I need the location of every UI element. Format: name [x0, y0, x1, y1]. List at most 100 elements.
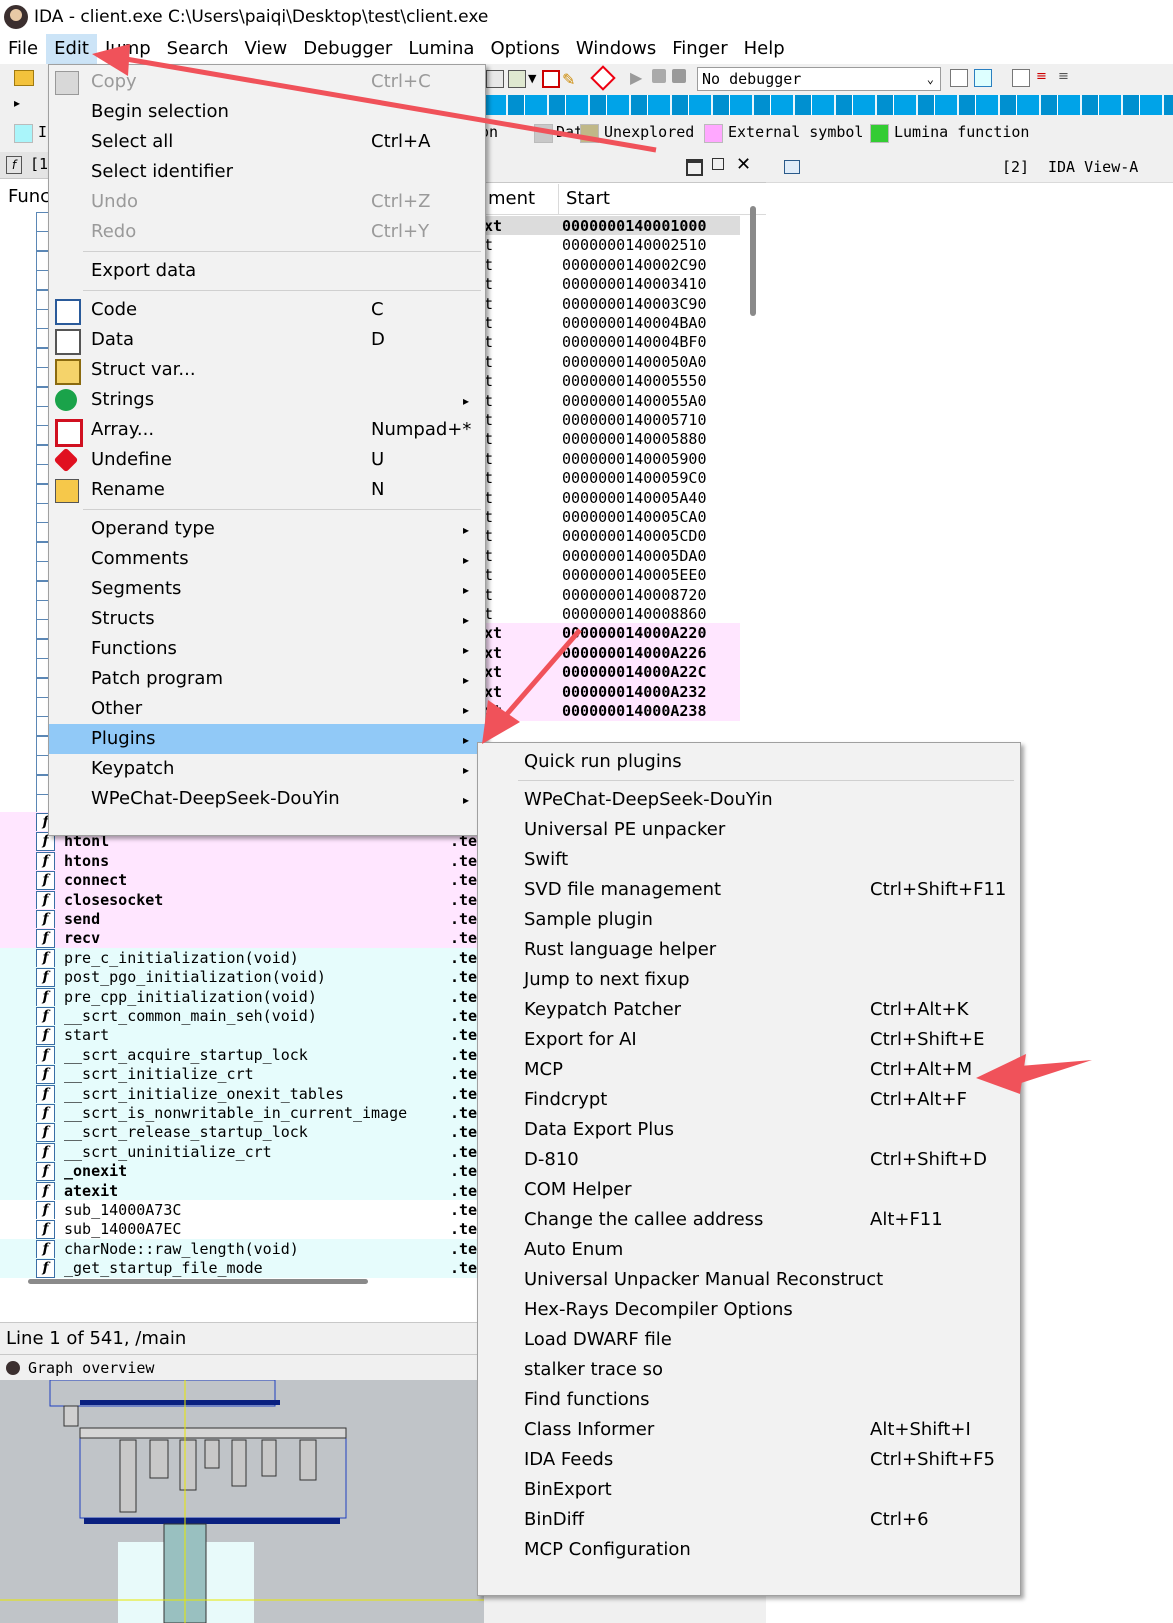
edit-menu-item-structs[interactable]: Structs ▸ — [49, 604, 485, 634]
plugin-item-ida-feeds[interactable]: IDA Feeds Ctrl+Shift+F5 — [478, 1445, 1020, 1475]
menu-lumina[interactable]: Lumina — [400, 34, 482, 64]
plugin-item-com-helper[interactable]: COM Helper — [478, 1175, 1020, 1205]
play-icon[interactable]: ▶ — [630, 68, 642, 87]
menu-windows[interactable]: Windows — [568, 34, 664, 64]
edit-menu-item-comments[interactable]: Comments ▸ — [49, 544, 485, 574]
function-row[interactable]: f __scrt_acquire_startup_lock .te — [0, 1044, 484, 1065]
segment-row[interactable]: t 00000001400055A0 — [484, 390, 740, 411]
plugin-item-svd-file-management[interactable]: SVD file management Ctrl+Shift+F11 — [478, 875, 1020, 905]
function-row[interactable]: f __scrt_common_main_seh(void) .te — [0, 1006, 484, 1026]
function-row[interactable]: f connect .te — [0, 870, 484, 891]
plugin-item-quick-run-plugins[interactable]: Quick run plugins — [478, 747, 1020, 777]
function-row[interactable]: f pre_cpp_initialization(void) .te — [0, 986, 484, 1007]
edit-menu-item-export-data[interactable]: Export data — [49, 256, 485, 286]
tracing-icon[interactable]: ≡ — [1036, 69, 1052, 85]
graph-icon[interactable] — [486, 70, 504, 88]
edit-menu-item-array[interactable]: Array... Numpad+* — [49, 415, 485, 447]
edit-menu-item-select-identifier[interactable]: Select identifier — [49, 157, 485, 187]
segment-row[interactable]: xt 000000014000A226 — [484, 642, 740, 663]
segment-row[interactable]: t 0000000140003410 — [484, 274, 740, 295]
segment-row[interactable]: t 00000001400050A0 — [484, 351, 740, 372]
function-row[interactable]: f charNode::raw_length(void) .te — [0, 1238, 484, 1259]
graph-overview-canvas[interactable] — [0, 1380, 484, 1623]
plugin-item-stalker-trace-so[interactable]: stalker trace so — [478, 1355, 1020, 1385]
edit-menu-item-other[interactable]: Other ▸ — [49, 694, 485, 724]
edit-menu-item-undefine[interactable]: Undefine U — [49, 445, 485, 475]
pause-icon[interactable] — [652, 69, 666, 83]
plugin-item-rust-language-helper[interactable]: Rust language helper — [478, 935, 1020, 965]
menu-jump[interactable]: Jump — [97, 34, 159, 64]
plugin-item-jump-to-next-fixup[interactable]: Jump to next fixup — [478, 965, 1020, 995]
plugin-item-mcp-configuration[interactable]: MCP Configuration — [478, 1535, 1020, 1565]
segment-row[interactable]: t 0000000140003C90 — [484, 293, 740, 314]
plugin-item-keypatch-patcher[interactable]: Keypatch Patcher Ctrl+Alt+K — [478, 995, 1020, 1025]
flow-icon[interactable] — [508, 70, 526, 88]
edit-menu-item-code[interactable]: Code C — [49, 295, 485, 325]
edit-menu-item-copy[interactable]: Copy Ctrl+C — [49, 67, 485, 97]
function-row[interactable]: f __scrt_uninitialize_crt .te — [0, 1141, 484, 1162]
function-row[interactable]: f __scrt_initialize_crt .te — [0, 1064, 484, 1085]
function-row[interactable]: f _get_startup_file_mode .te — [0, 1258, 484, 1279]
segment-row[interactable]: t 0000000140005CA0 — [484, 507, 740, 527]
navigation-band[interactable] — [484, 95, 1173, 115]
plugin-item-load-dwarf-file[interactable]: Load DWARF file — [478, 1325, 1020, 1355]
segment-row[interactable]: t 0000000140008720 — [484, 584, 740, 605]
menu-help[interactable]: Help — [736, 34, 793, 64]
nav-arrow-icon[interactable]: ▸ — [14, 96, 20, 110]
menu-view[interactable]: View — [237, 34, 296, 64]
menu-debugger[interactable]: Debugger — [295, 34, 400, 64]
plugin-item-swift[interactable]: Swift — [478, 845, 1020, 875]
segment-row[interactable]: t 0000000140004BA0 — [484, 313, 740, 333]
segment-row[interactable]: t 0000000140008860 — [484, 604, 740, 624]
plugin-item-change-the-callee-address[interactable]: Change the callee address Alt+F11 — [478, 1205, 1020, 1235]
function-row[interactable]: f post_pgo_initialization(void) .te — [0, 967, 484, 988]
plugin-item-findcrypt[interactable]: Findcrypt Ctrl+Alt+F — [478, 1085, 1020, 1115]
segment-row[interactable]: xt 0000000140001000 — [484, 216, 740, 236]
breakpoints-icon[interactable] — [1012, 69, 1030, 87]
run-attach-icon[interactable] — [974, 69, 992, 87]
edit-menu-item-operand-type[interactable]: Operand type ▸ — [49, 514, 485, 544]
edit-menu-item-keypatch[interactable]: Keypatch ▸ — [49, 754, 485, 784]
segment-row[interactable]: t 0000000140002510 — [484, 235, 740, 256]
edit-menu-item-struct-var[interactable]: Struct var... — [49, 355, 485, 385]
dropdown-arrow-icon[interactable]: ▼ — [528, 72, 536, 85]
attach-icon[interactable] — [950, 69, 968, 87]
plugin-item-hex-rays-decompiler-options[interactable]: Hex-Rays Decompiler Options — [478, 1295, 1020, 1325]
plugin-item-universal-unpacker-manual-reconstruct[interactable]: Universal Unpacker Manual Reconstruct — [478, 1265, 1020, 1295]
segment-row[interactable]: t 0000000140005DA0 — [484, 545, 740, 566]
function-row[interactable]: f __scrt_release_startup_lock .te — [0, 1122, 484, 1143]
function-row[interactable]: f start .te — [0, 1025, 484, 1046]
edit-menu-item-plugins[interactable]: Plugins ▸ — [49, 724, 485, 754]
function-row[interactable]: f recv .te — [0, 928, 484, 949]
segment-row[interactable]: t 0000000140005710 — [484, 410, 740, 430]
segment-row[interactable]: t 0000000140005A40 — [484, 487, 740, 508]
edit-menu-item-segments[interactable]: Segments ▸ — [49, 574, 485, 604]
menu-file[interactable]: File — [0, 34, 46, 64]
segment-row[interactable]: t 0000000140002C90 — [484, 254, 740, 275]
segment-row[interactable]: t 0000000140004BF0 — [484, 332, 740, 353]
segment-row[interactable]: xt 000000014000A238 — [484, 701, 740, 721]
function-row[interactable]: f closesocket .te — [0, 889, 484, 910]
vertical-scrollbar[interactable] — [750, 206, 756, 316]
edit-menu-item-data[interactable]: Data D — [49, 325, 485, 355]
menu-options[interactable]: Options — [482, 34, 567, 64]
rename-tool-icon[interactable]: ✎ — [562, 70, 578, 89]
function-row[interactable]: f send .te — [0, 909, 484, 929]
segment-row[interactable]: xt 000000014000A22C — [484, 662, 740, 683]
edit-menu-item-functions[interactable]: Functions ▸ — [49, 634, 485, 664]
plugin-item-export-for-ai[interactable]: Export for AI Ctrl+Shift+E — [478, 1025, 1020, 1055]
debugger-select[interactable]: No debugger ⌄ — [697, 67, 941, 91]
stop-icon[interactable] — [672, 69, 686, 83]
function-row[interactable]: f htons .te — [0, 850, 484, 871]
function-row[interactable]: f _onexit .te — [0, 1161, 484, 1182]
segment-row[interactable]: t 00000001400059C0 — [484, 468, 740, 489]
array-tool-icon[interactable] — [542, 70, 560, 88]
menu-search[interactable]: Search — [159, 34, 237, 64]
plugin-item-class-informer[interactable]: Class Informer Alt+Shift+I — [478, 1415, 1020, 1445]
segment-row[interactable]: t 0000000140005CD0 — [484, 526, 740, 547]
plugin-item-bindiff[interactable]: BinDiff Ctrl+6 — [478, 1505, 1020, 1535]
edit-menu-item-begin-selection[interactable]: Begin selection — [49, 97, 485, 127]
function-row[interactable]: f __scrt_initialize_onexit_tables .te — [0, 1083, 484, 1104]
edit-menu-item-wpechat-deepseek-douyin[interactable]: WPeChat-DeepSeek-DouYin ▸ — [49, 784, 485, 814]
segment-row[interactable]: t 0000000140005900 — [484, 448, 740, 469]
